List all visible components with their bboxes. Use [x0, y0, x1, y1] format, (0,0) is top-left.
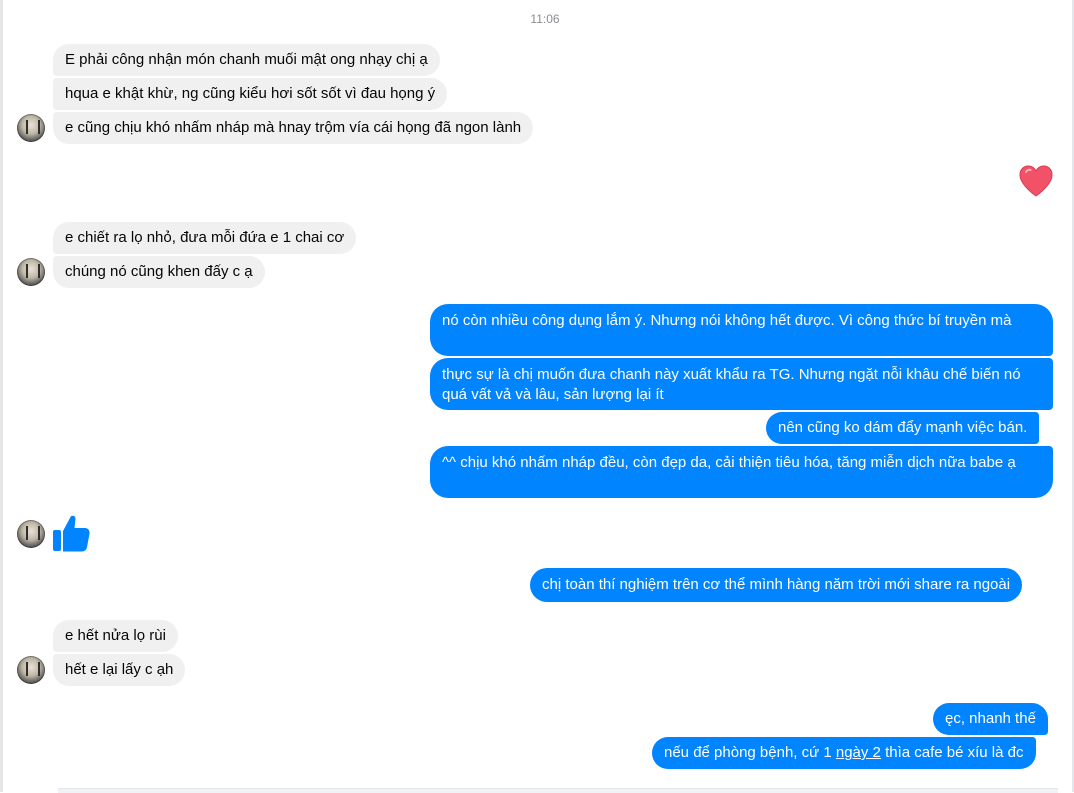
contact-avatar[interactable]: [17, 656, 45, 684]
thumbs-up-icon[interactable]: [50, 512, 92, 554]
composer-edge: [58, 788, 1058, 793]
incoming-message[interactable]: e hết nửa lọ rùi: [53, 620, 178, 652]
outgoing-message[interactable]: ^^ chịu khó nhấm nháp đều, còn đẹp da, c…: [430, 446, 1053, 498]
contact-avatar[interactable]: [17, 258, 45, 286]
message-text: nếu để phòng bệnh, cứ 1: [664, 744, 836, 761]
left-panel-border: [0, 0, 3, 792]
outgoing-message[interactable]: ęc, nhanh thế: [933, 703, 1048, 735]
incoming-message[interactable]: e cũng chịu khó nhấm nháp mà hnay trộm v…: [53, 112, 534, 144]
message-text-underlined: ngày 2: [835, 744, 881, 761]
incoming-message[interactable]: E phải công nhận món chanh muối mật ong …: [53, 44, 440, 76]
outgoing-message[interactable]: nó còn nhiều công dụng lắm ý. Nhưng nói …: [430, 304, 1053, 356]
outgoing-message[interactable]: nên cũng ko dám đẩy mạnh việc bán.: [766, 412, 1040, 444]
contact-avatar[interactable]: [17, 114, 45, 142]
contact-avatar[interactable]: [17, 520, 45, 548]
incoming-message[interactable]: e chiết ra lọ nhỏ, đưa mỗi đứa e 1 chai …: [53, 222, 357, 254]
outgoing-message[interactable]: nếu để phòng bệnh, cứ 1 ngày 2 thìa cafe…: [652, 737, 1036, 769]
incoming-message[interactable]: hqua e khật khừ, ng cũng kiểu hơi sốt số…: [53, 78, 448, 110]
outgoing-message[interactable]: chị toàn thí nghiệm trên cơ thể mình hàn…: [530, 568, 1023, 602]
incoming-message[interactable]: hết e lại lấy c ạh: [53, 654, 186, 686]
outgoing-message[interactable]: thực sự là chị muốn đưa chanh này xuất k…: [430, 358, 1053, 410]
message-text: thìa cafe bé xíu là đc: [880, 744, 1024, 761]
heart-icon[interactable]: [1018, 164, 1054, 198]
message-timestamp: 11:06: [530, 12, 560, 26]
incoming-message[interactable]: chúng nó cũng khen đấy c ạ: [53, 256, 265, 288]
